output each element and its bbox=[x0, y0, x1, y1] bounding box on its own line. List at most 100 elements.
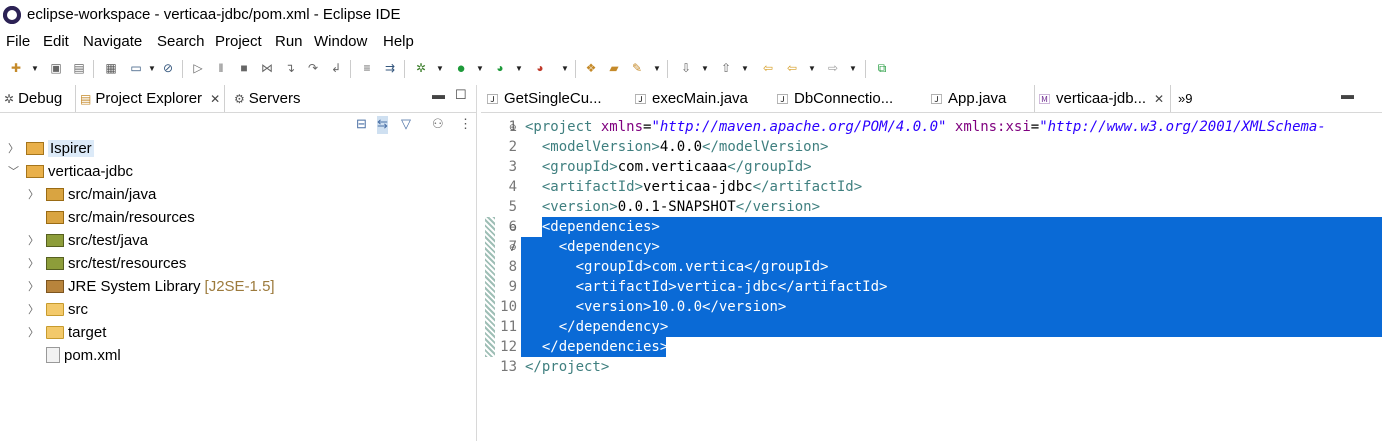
menu-navigate[interactable]: Navigate bbox=[83, 33, 142, 50]
back-dropdown-icon[interactable]: ▼ bbox=[808, 60, 816, 76]
suspend-icon[interactable]: ‖ bbox=[213, 60, 229, 76]
tree-item-src[interactable]: 〉 src bbox=[28, 298, 88, 320]
fold-toggle-icon[interactable]: ⊖ bbox=[509, 122, 517, 133]
focus-icon[interactable]: ⚇ bbox=[432, 116, 444, 134]
filter-icon[interactable]: ▽ bbox=[401, 116, 411, 134]
disconnect-icon[interactable]: ⋈ bbox=[259, 60, 275, 76]
tree-item-label: Ispirer bbox=[48, 139, 94, 157]
close-icon[interactable]: ✕ bbox=[1154, 92, 1164, 106]
chevron-right-icon[interactable]: 〉 bbox=[28, 186, 40, 202]
menu-file[interactable]: File bbox=[6, 33, 30, 50]
new-dropdown-icon[interactable]: ▼ bbox=[31, 60, 39, 76]
terminate-icon[interactable]: ■ bbox=[236, 60, 252, 76]
chevron-right-icon[interactable]: 〉 bbox=[28, 301, 40, 317]
save-icon[interactable]: ▣ bbox=[48, 60, 64, 76]
next-annotation-dropdown-icon[interactable]: ▼ bbox=[701, 60, 709, 76]
minimize-icon[interactable]: ▬ bbox=[432, 87, 445, 102]
save-all-icon[interactable]: ▤ bbox=[71, 60, 87, 76]
debug-dropdown-icon[interactable]: ▼ bbox=[436, 60, 444, 76]
last-edit-location-icon[interactable]: ⇦ bbox=[760, 60, 776, 76]
chevron-right-icon[interactable]: 〉 bbox=[28, 278, 40, 294]
editor-tab-getsinglecu[interactable]: 🄹 GetSingleCu... bbox=[487, 85, 602, 112]
previous-annotation-dropdown-icon[interactable]: ▼ bbox=[741, 60, 749, 76]
terminal-icon[interactable]: ▭ bbox=[128, 60, 144, 76]
tree-item-ispirer[interactable]: 〉 Ispirer bbox=[8, 137, 94, 159]
menu-search[interactable]: Search bbox=[157, 33, 205, 50]
fold-toggle-icon[interactable]: ⊖ bbox=[509, 242, 517, 253]
tree-item-pom-xml[interactable]: pom.xml bbox=[28, 344, 121, 366]
tab-project-explorer[interactable]: ▤ Project Explorer ✕ bbox=[75, 85, 226, 112]
forward-icon[interactable]: ⇨ bbox=[825, 60, 841, 76]
code-line: <project xmlns="http://maven.apache.org/… bbox=[525, 119, 1326, 135]
close-icon[interactable]: ✕ bbox=[210, 92, 220, 106]
open-folder-icon[interactable]: ▰ bbox=[606, 60, 622, 76]
view-menu-icon[interactable]: ⋮ bbox=[459, 116, 472, 134]
maven-project-icon bbox=[26, 164, 44, 178]
menu-run[interactable]: Run bbox=[275, 33, 303, 50]
new-icon[interactable]: ✚ bbox=[8, 60, 24, 76]
forward-dropdown-icon[interactable]: ▼ bbox=[849, 60, 857, 76]
code-line: <groupId>com.verticaaa</groupId> bbox=[541, 159, 812, 175]
selection-highlight bbox=[541, 217, 1382, 237]
line-number: 2 bbox=[508, 139, 517, 155]
tree-item-src-test-java[interactable]: 〉 src/test/java bbox=[28, 229, 148, 251]
terminal-dropdown-icon[interactable]: ▼ bbox=[148, 60, 156, 76]
resume-icon[interactable]: ▷ bbox=[190, 60, 206, 76]
menu-window[interactable]: Window bbox=[314, 33, 367, 50]
step-return-icon[interactable]: ↲ bbox=[328, 60, 344, 76]
tree-item-jre-system-library[interactable]: 〉 JRE System Library [J2SE-1.5] bbox=[28, 275, 275, 297]
collapse-all-icon[interactable]: ⊟ bbox=[356, 116, 367, 134]
jre-version-decoration: [J2SE-1.5] bbox=[204, 277, 275, 295]
chevron-right-icon[interactable]: 〉 bbox=[28, 232, 40, 248]
code-editor[interactable]: <project xmlns="http://maven.apache.org/… bbox=[521, 115, 1382, 441]
open-perspective-icon[interactable]: ⧉ bbox=[874, 60, 890, 76]
run-dropdown-icon[interactable]: ▼ bbox=[476, 60, 484, 76]
coverage-dropdown-icon[interactable]: ▼ bbox=[515, 60, 523, 76]
tab-servers[interactable]: ⚙ Servers bbox=[234, 85, 300, 112]
package-folder-icon bbox=[46, 210, 64, 224]
menu-help[interactable]: Help bbox=[383, 33, 414, 50]
run-icon[interactable]: ● bbox=[453, 60, 469, 77]
search-tool-icon[interactable]: ✎ bbox=[629, 60, 645, 76]
code-line: </project> bbox=[525, 359, 610, 375]
menu-project[interactable]: Project bbox=[215, 33, 262, 50]
binary-icon[interactable]: ▦ bbox=[103, 60, 119, 76]
tree-item-target[interactable]: 〉 target bbox=[28, 321, 106, 343]
link-with-editor-icon[interactable]: ⇆ bbox=[377, 116, 388, 134]
minimize-icon[interactable]: ▬ bbox=[1341, 87, 1354, 102]
java-file-icon: 🄹 bbox=[777, 93, 788, 106]
back-icon[interactable]: ⇦ bbox=[784, 60, 800, 76]
chevron-right-icon[interactable]: 〉 bbox=[28, 255, 40, 271]
tab-debug[interactable]: ✲ Debug bbox=[4, 85, 62, 112]
step-into-icon[interactable]: ↴ bbox=[282, 60, 298, 76]
coverage-icon[interactable]: ◕ bbox=[492, 60, 508, 76]
tab-overflow-button[interactable]: »9 bbox=[1178, 85, 1192, 112]
tree-item-verticaa-jdbc[interactable]: ﹀ verticaa-jdbc bbox=[8, 160, 133, 182]
previous-annotation-icon[interactable]: ⇧ bbox=[718, 60, 734, 76]
use-step-filters-icon[interactable]: ≡ bbox=[359, 60, 375, 76]
editor-tab-pom[interactable]: 🄼 verticaa-jdb... ✕ bbox=[1034, 85, 1172, 112]
chevron-right-icon[interactable]: 〉 bbox=[28, 324, 40, 340]
step-over-icon[interactable]: ↷ bbox=[305, 60, 321, 76]
chevron-right-icon[interactable]: 〉 bbox=[8, 140, 20, 156]
tree-item-src-test-resources[interactable]: 〉 src/test/resources bbox=[28, 252, 186, 274]
fold-toggle-icon[interactable]: ⊖ bbox=[509, 222, 517, 233]
skip-breakpoints-icon[interactable]: ⊘ bbox=[160, 60, 176, 76]
tree-item-src-main-resources[interactable]: src/main/resources bbox=[28, 206, 195, 228]
maximize-icon[interactable]: ☐ bbox=[455, 87, 467, 103]
external-tools-icon[interactable]: ◕ bbox=[532, 60, 548, 76]
chevron-down-icon[interactable]: ﹀ bbox=[8, 163, 20, 179]
editor-tab-dbconnection[interactable]: 🄹 DbConnectio... bbox=[777, 85, 893, 112]
debug-icon[interactable]: ✲ bbox=[413, 60, 429, 76]
toggle-breadcrumb-icon[interactable]: ⇉ bbox=[382, 60, 398, 76]
editor-tab-app[interactable]: 🄹 App.java bbox=[931, 85, 1006, 112]
tab-label: Debug bbox=[18, 90, 63, 107]
search-tool-dropdown-icon[interactable]: ▼ bbox=[653, 60, 661, 76]
new-java-project-icon[interactable]: ❖ bbox=[583, 60, 599, 76]
external-tools-dropdown-icon[interactable]: ▼ bbox=[561, 60, 569, 76]
tree-item-src-main-java[interactable]: 〉 src/main/java bbox=[28, 183, 156, 205]
next-annotation-icon[interactable]: ⇩ bbox=[678, 60, 694, 76]
servers-icon: ⚙ bbox=[234, 91, 245, 106]
editor-tab-execmain[interactable]: 🄹 execMain.java bbox=[635, 85, 748, 112]
menu-edit[interactable]: Edit bbox=[43, 33, 69, 50]
